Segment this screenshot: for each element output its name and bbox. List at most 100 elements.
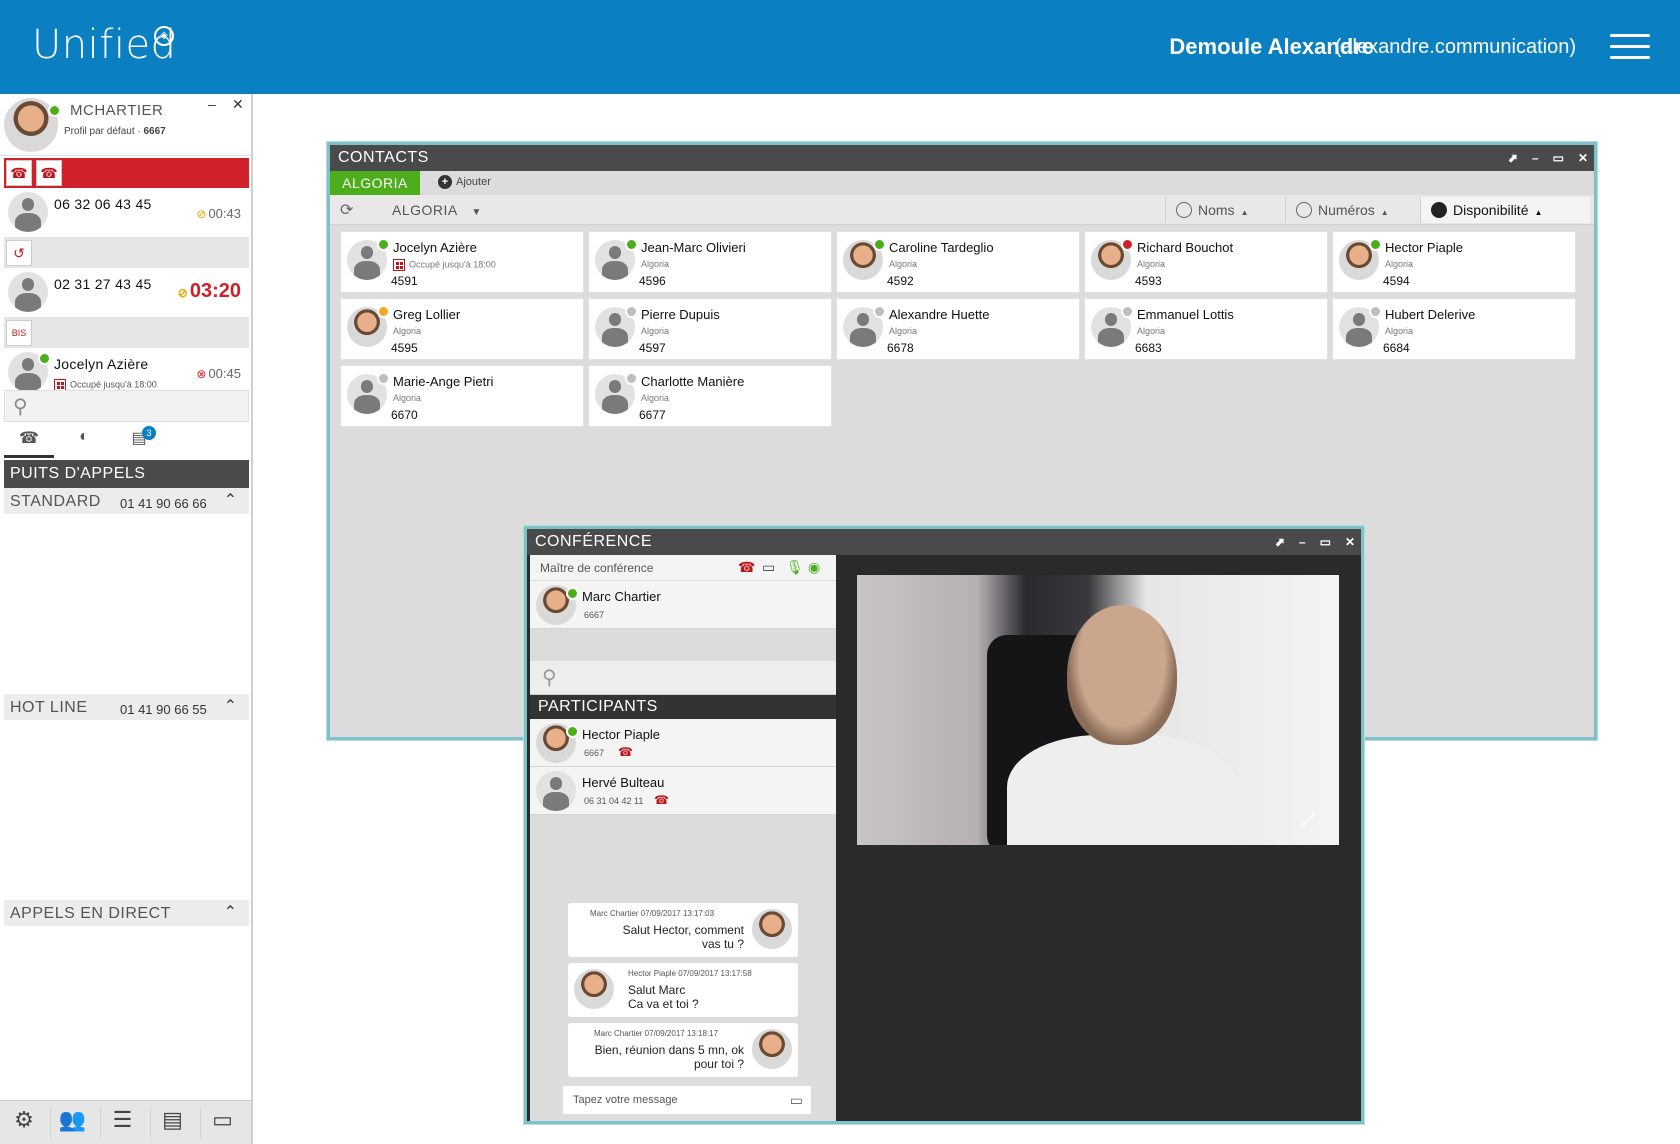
queue-hotline[interactable]: HOT LINE 01 41 90 66 55 ⌃ xyxy=(4,694,249,720)
participant-row[interactable]: Hector Piaple 6667 ☎ xyxy=(530,719,836,767)
presence-dot xyxy=(1121,305,1134,318)
handset-icon xyxy=(1296,202,1312,218)
contact-card[interactable]: Emmanuel Lottis Algoria 6683 xyxy=(1084,298,1328,360)
screen-share-icon[interactable]: ▭ xyxy=(762,559,775,576)
participant-avatar xyxy=(536,771,576,811)
chevron-up-icon[interactable]: ⌃ xyxy=(224,490,237,510)
tab-algoria[interactable]: ALGORIA xyxy=(330,171,420,195)
maximize-icon[interactable]: ▭ xyxy=(1320,535,1331,549)
contact-extension: 4594 xyxy=(1383,274,1410,288)
call-timer-value: 00:45 xyxy=(208,366,241,381)
chat-line: Ca va et toi ? xyxy=(628,997,699,1011)
sort-by-numbers[interactable]: Numéros ▲ xyxy=(1285,197,1420,223)
hangup-phone-icon[interactable]: ☎ xyxy=(738,559,755,576)
contact-card[interactable]: Richard Bouchot Algoria 4593 xyxy=(1084,231,1328,293)
contact-status-text: Algoria xyxy=(641,393,670,403)
transfer-phone-icon[interactable]: ☎ xyxy=(6,160,32,186)
contact-extension: 6684 xyxy=(1383,341,1410,355)
contact-card[interactable]: Hector Piaple Algoria 4594 xyxy=(1332,231,1576,293)
top-header: Unified ◈ Demoule Alexandre (alexandre.c… xyxy=(0,0,1680,94)
contact-extension: 6678 xyxy=(887,341,914,355)
presence-dot xyxy=(377,305,390,318)
detach-icon[interactable]: ⬈ xyxy=(1275,535,1285,549)
close-icon[interactable]: ✕ xyxy=(232,96,244,113)
call-number: 06 32 06 43 45 xyxy=(54,196,152,212)
contact-card[interactable]: Pierre Dupuis Algoria 4597 xyxy=(588,298,832,360)
close-icon[interactable]: ✕ xyxy=(1345,535,1355,549)
user-icon xyxy=(1176,202,1192,218)
queue-name: APPELS EN DIRECT xyxy=(10,905,171,922)
contact-name: Charlotte Manière xyxy=(641,374,745,389)
presence-dot xyxy=(1369,305,1382,318)
minimize-icon[interactable]: – xyxy=(1299,535,1306,549)
close-icon[interactable]: ✕ xyxy=(1578,151,1588,165)
video-shirt xyxy=(1007,735,1237,845)
sort-by-availability[interactable]: Disponibilité ▲ xyxy=(1420,197,1590,223)
hangup-participant-icon[interactable]: ☎ xyxy=(618,745,633,759)
left-search-bar[interactable]: ⚲ xyxy=(4,390,249,422)
contact-card[interactable]: Alexandre Huette Algoria 6678 xyxy=(836,298,1080,360)
hold-phone-icon[interactable]: ☎ xyxy=(36,160,62,186)
contact-card[interactable]: Jean-Marc Olivieri Algoria 4596 xyxy=(588,231,832,293)
call-contact-name: Jocelyn Azière xyxy=(54,356,149,372)
queue-direct-calls[interactable]: APPELS EN DIRECT ⌃ xyxy=(4,900,249,926)
minimize-icon[interactable]: – xyxy=(1532,151,1539,165)
call-row-2[interactable]: 02 31 27 43 45 ⊘ 03:20 xyxy=(4,268,249,318)
tab-call-queues[interactable]: ☎ xyxy=(4,428,54,458)
contact-extension: 6670 xyxy=(391,408,418,422)
tab-messages[interactable]: ▤ 3 xyxy=(114,426,164,458)
hangup-phone-icon[interactable]: ↺ xyxy=(6,240,32,266)
contact-status-text: Algoria xyxy=(393,393,422,403)
caller-avatar xyxy=(8,272,48,312)
tab-history[interactable]: ◐ xyxy=(59,428,109,458)
profile-extension: 6667 xyxy=(143,126,166,137)
call-row-1[interactable]: 06 32 06 43 45 ⊘ 00:43 xyxy=(4,188,249,238)
chevron-up-icon[interactable]: ⌃ xyxy=(224,696,237,716)
contact-status: Algoria xyxy=(889,259,917,269)
maximize-icon[interactable]: ▭ xyxy=(1553,151,1564,165)
contact-card[interactable]: Hubert Delerive Algoria 6684 xyxy=(1332,298,1576,360)
detach-icon[interactable]: ⬈ xyxy=(1508,151,1518,165)
participant-row[interactable]: Hervé Bulteau 06 31 04 42 11 ☎ xyxy=(530,767,836,815)
hamburger-menu-icon[interactable] xyxy=(1610,34,1650,60)
group-filter-dropdown[interactable]: ALGORIA ▼ xyxy=(392,202,482,218)
call-header-3: BIS xyxy=(4,318,249,348)
chat-meta: Marc Chartier 07/09/2017 13:18:17 xyxy=(594,1029,719,1038)
call-timer-value: 00:43 xyxy=(208,206,241,221)
call-header-1: ☎ ☎ xyxy=(4,158,249,188)
contact-card[interactable]: Jocelyn Azière Occupé jusqu'à 18:00 4591 xyxy=(340,231,584,293)
master-row[interactable]: Marc Chartier 6667 xyxy=(530,581,836,629)
chat-bubble-icon[interactable]: ▭ xyxy=(790,1092,803,1109)
webcam-icon[interactable]: ◉ xyxy=(808,559,820,576)
window-icon[interactable]: ▭ xyxy=(200,1107,244,1139)
chevron-up-icon[interactable]: ⌃ xyxy=(224,902,237,922)
add-tab-button[interactable]: + Ajouter xyxy=(438,175,491,189)
chat-input-placeholder: Tapez votre message xyxy=(573,1094,678,1106)
minimize-icon[interactable]: – xyxy=(208,96,216,112)
fullscreen-icon[interactable]: ⤢ xyxy=(1301,810,1315,831)
chat-input[interactable]: Tapez votre message ▭ xyxy=(562,1085,812,1115)
plus-icon: + xyxy=(438,175,452,189)
contact-card[interactable]: Charlotte Manière Algoria 6677 xyxy=(588,365,832,427)
settings-gear-icon[interactable]: ⚙ xyxy=(2,1107,46,1139)
conference-search[interactable]: ⚲ xyxy=(530,661,836,695)
contact-card[interactable]: Marie-Ange Pietri Algoria 6670 xyxy=(340,365,584,427)
chat-text: Bien, réunion dans 5 mn, ok pour toi ? xyxy=(595,1043,744,1071)
chat-line: Salut Marc xyxy=(628,983,686,997)
group-users-icon[interactable]: 👥 xyxy=(50,1107,94,1139)
microphone-icon[interactable]: 🎙 xyxy=(786,559,804,576)
refresh-icon[interactable]: ⟳ xyxy=(340,200,353,220)
contact-card[interactable]: Caroline Tardeglio Algoria 4592 xyxy=(836,231,1080,293)
video-feed: ⤢ xyxy=(857,575,1339,845)
hangup-participant-icon[interactable]: ☎ xyxy=(654,793,669,807)
missed-icon: ⊗ xyxy=(196,367,207,381)
window-controls: ⬈ – ▭ ✕ xyxy=(1508,145,1588,171)
queue-standard[interactable]: STANDARD 01 41 90 66 66 ⌃ xyxy=(4,488,249,514)
contact-list-icon[interactable]: ☰ xyxy=(100,1107,144,1139)
left-tabs: ☎ ◐ ▤ 3 xyxy=(4,424,249,458)
contact-status-text: Algoria xyxy=(889,326,918,336)
notes-document-icon[interactable]: ▤ xyxy=(150,1107,194,1139)
redial-bis-icon[interactable]: BIS xyxy=(6,320,32,346)
sort-by-names[interactable]: Noms ▲ xyxy=(1165,197,1285,223)
contact-card[interactable]: Greg Lollier Algoria 4595 xyxy=(340,298,584,360)
